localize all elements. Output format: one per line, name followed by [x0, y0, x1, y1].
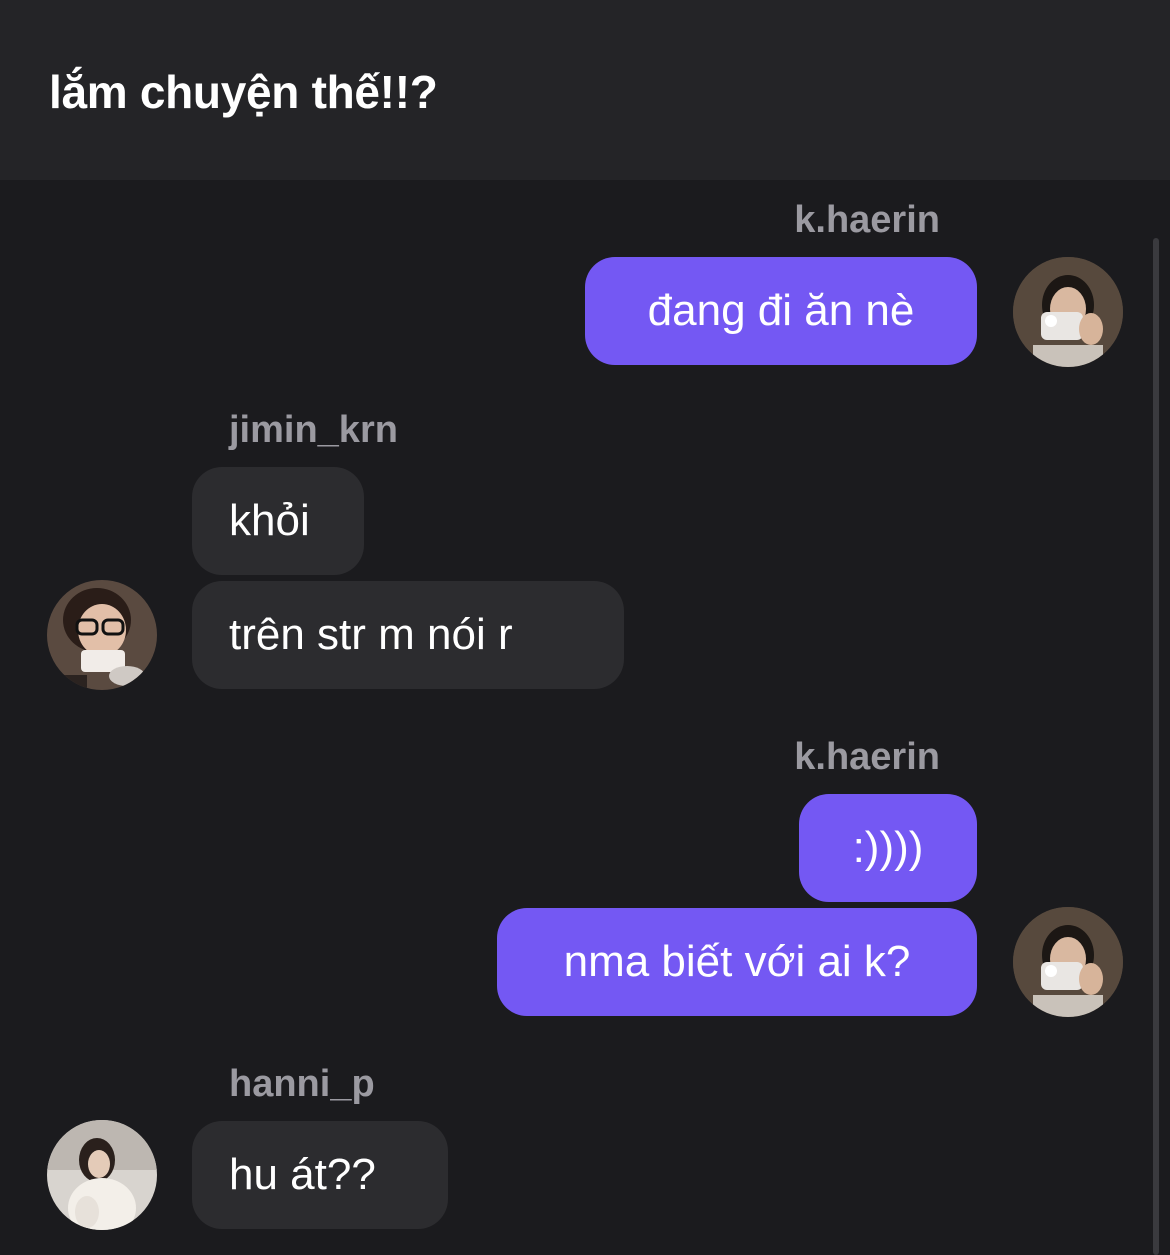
sender-name-jimin: jimin_krn: [229, 409, 398, 451]
avatar-haerin-icon[interactable]: [1013, 907, 1123, 1017]
avatar-haerin-icon[interactable]: [1013, 257, 1123, 367]
message-bubble-incoming[interactable]: hu át??: [192, 1121, 448, 1229]
avatar-hanni-icon[interactable]: [47, 1120, 157, 1230]
avatar-jimin-icon[interactable]: [47, 580, 157, 690]
message-bubble-outgoing[interactable]: nma biết với ai k?: [497, 908, 977, 1016]
sender-name-haerin: k.haerin: [794, 736, 940, 778]
message-bubble-outgoing[interactable]: :)))): [799, 794, 977, 902]
message-bubble-outgoing[interactable]: đang đi ăn nè: [585, 257, 977, 365]
chat-header: lắm chuyện thế!!?: [0, 0, 1170, 180]
message-bubble-incoming[interactable]: khỏi: [192, 467, 364, 575]
sender-name-haerin: k.haerin: [794, 199, 940, 241]
chat-title[interactable]: lắm chuyện thế!!?: [49, 62, 438, 122]
scrollbar[interactable]: [1153, 238, 1159, 1255]
message-bubble-incoming[interactable]: trên str m nói r: [192, 581, 624, 689]
sender-name-hanni: hanni_p: [229, 1063, 375, 1105]
